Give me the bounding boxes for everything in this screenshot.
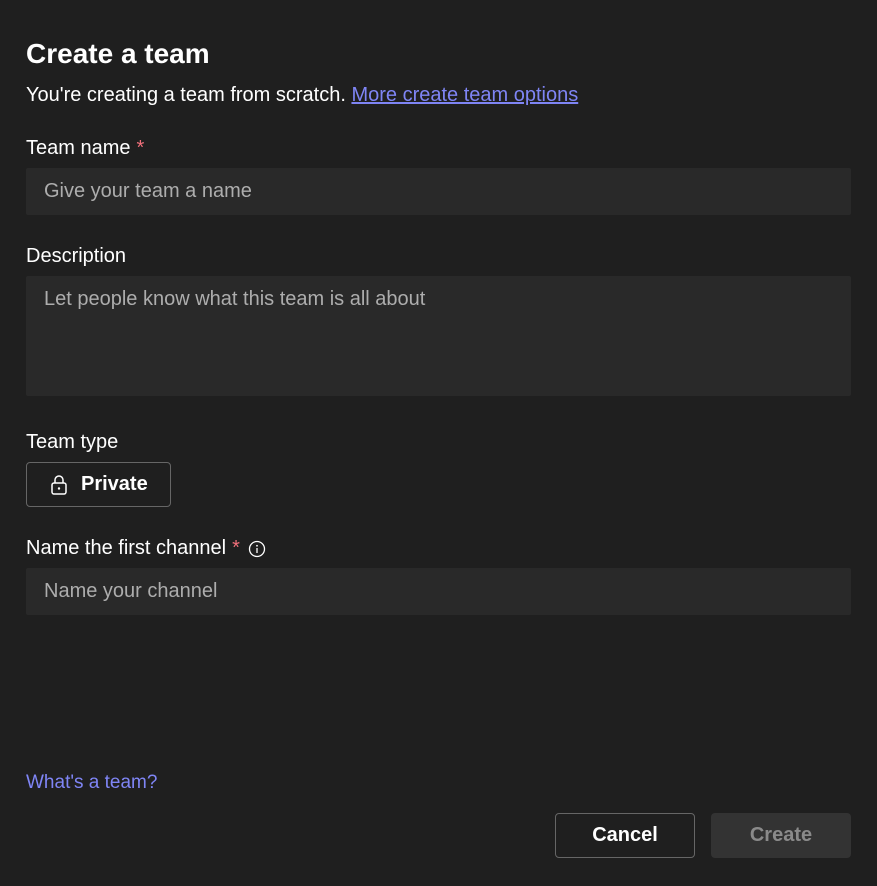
first-channel-label: Name the first channel * — [26, 537, 851, 560]
dialog-button-row: Cancel Create — [555, 813, 851, 858]
first-channel-label-text: Name the first channel — [26, 537, 226, 560]
team-name-label: Team name * — [26, 137, 851, 160]
info-icon[interactable] — [248, 540, 266, 558]
description-label-text: Description — [26, 245, 126, 268]
team-name-field-group: Team name * — [26, 137, 851, 215]
team-type-button[interactable]: Private — [26, 462, 171, 507]
first-channel-required-marker: * — [232, 537, 240, 560]
team-type-field-group: Team type Private — [26, 431, 851, 507]
team-name-input[interactable] — [26, 168, 851, 215]
dialog-subtitle: You're creating a team from scratch. Mor… — [26, 84, 851, 107]
team-type-label-text: Team type — [26, 431, 118, 454]
whats-a-team-link[interactable]: What's a team? — [26, 772, 157, 794]
subtitle-text: You're creating a team from scratch. — [26, 84, 351, 106]
dialog-title: Create a team — [26, 38, 851, 70]
team-type-label: Team type — [26, 431, 851, 454]
description-label: Description — [26, 245, 851, 268]
first-channel-field-group: Name the first channel * — [26, 537, 851, 615]
team-name-label-text: Team name — [26, 137, 131, 160]
first-channel-input[interactable] — [26, 568, 851, 615]
lock-icon — [49, 474, 69, 496]
create-button[interactable]: Create — [711, 813, 851, 858]
description-field-group: Description — [26, 245, 851, 401]
more-options-link[interactable]: More create team options — [351, 84, 578, 106]
cancel-button[interactable]: Cancel — [555, 813, 695, 858]
description-input[interactable] — [26, 276, 851, 396]
team-type-value: Private — [81, 473, 148, 496]
team-name-required-marker: * — [137, 137, 145, 160]
